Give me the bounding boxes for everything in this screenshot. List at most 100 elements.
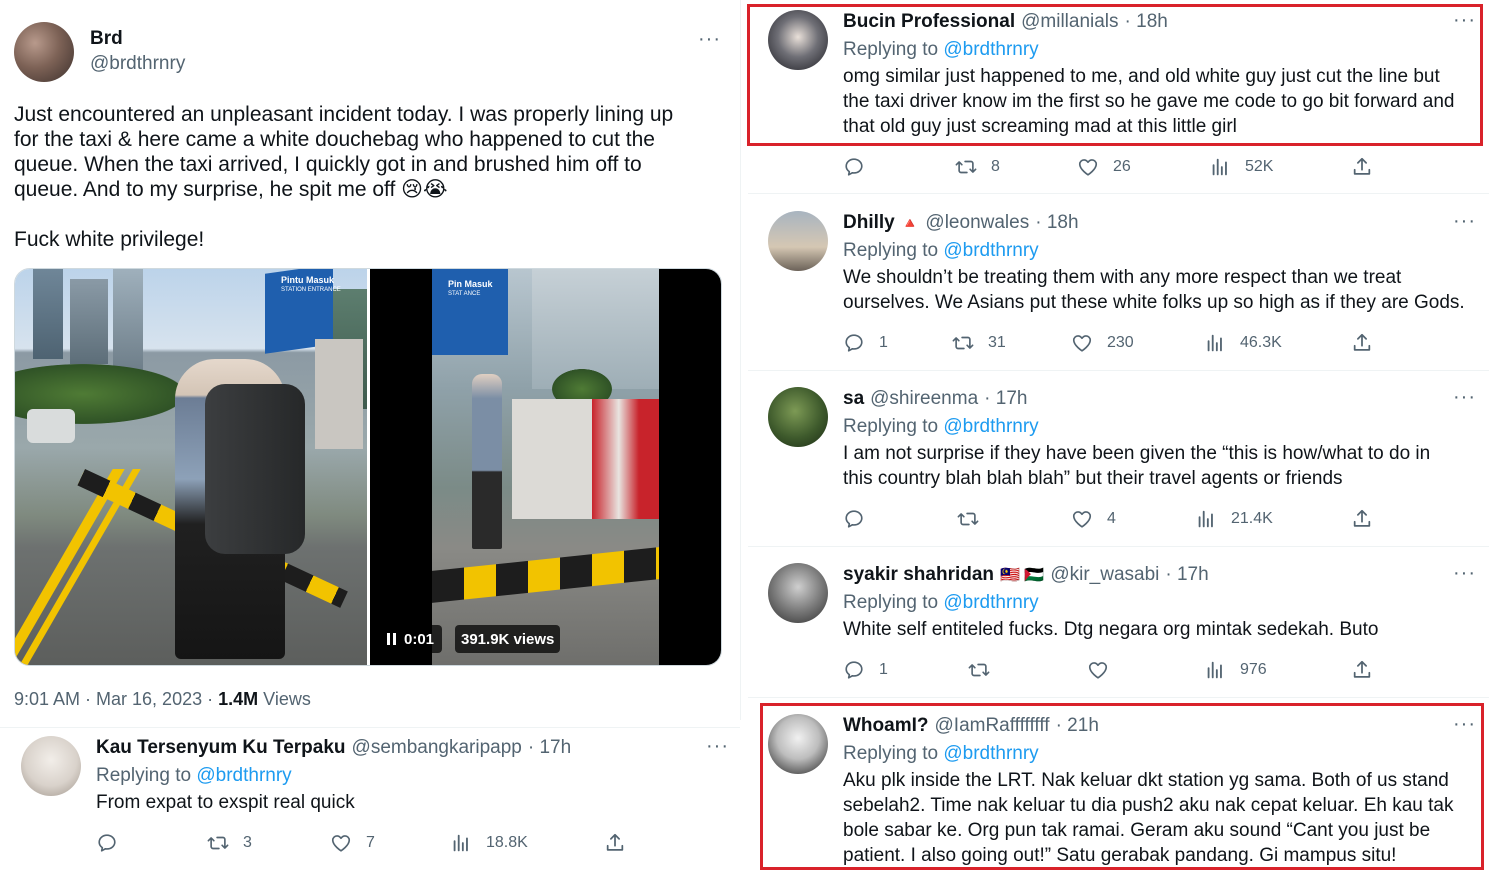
reply-author-handle[interactable]: @millanials [1021, 11, 1118, 33]
share-button[interactable] [1351, 508, 1373, 530]
reply-author-name[interactable]: Bucin Professional [843, 11, 1015, 33]
reply-author-handle[interactable]: @shireenma [870, 388, 978, 410]
like-button[interactable]: 230 [1071, 332, 1134, 354]
retweet-count: 8 [991, 158, 1000, 175]
tweet-timestamp[interactable]: 9:01 AM · Mar 16, 2023 · 1.4M Views [14, 689, 311, 710]
video-player[interactable]: Pin Masuk STAT ANCE [370, 269, 721, 665]
share-button[interactable] [1351, 156, 1373, 178]
share-icon [1351, 508, 1373, 530]
reply-author-handle[interactable]: @sembangkaripapp [352, 737, 522, 759]
tweet-text-line: Just encountered an unpleasant incident … [14, 103, 674, 126]
retweet-button[interactable]: 3 [207, 832, 252, 854]
retweet-button[interactable] [968, 659, 1004, 681]
reply-author-handle[interactable]: @kir_wasabi [1050, 564, 1159, 586]
like-button[interactable] [1087, 659, 1123, 681]
views-button[interactable]: 18.8K [450, 832, 528, 854]
replying-to-link[interactable]: @brdthrnry [943, 39, 1038, 60]
more-icon[interactable]: ··· [1453, 211, 1476, 231]
views-button[interactable]: 21.4K [1195, 508, 1273, 530]
reply-author-handle[interactable]: @leonwales [925, 212, 1029, 234]
reply-button[interactable]: 1 [843, 659, 888, 681]
reply-author-name[interactable]: Kau Tersenyum Ku Terpaku [96, 737, 346, 759]
like-icon [1071, 332, 1093, 354]
avatar[interactable] [14, 22, 74, 82]
like-button[interactable]: 4 [1071, 508, 1116, 530]
reply-header: sa @shireenma · 17h [843, 388, 1027, 410]
like-icon [1071, 508, 1093, 530]
more-icon[interactable]: ··· [1453, 563, 1476, 583]
like-count: 4 [1107, 510, 1116, 527]
share-button[interactable] [604, 832, 626, 854]
views-icon [1204, 332, 1226, 354]
tweet-media[interactable]: Pintu Masuk STATION ENTRANCE Pin Masuk S… [14, 268, 722, 666]
replying-to-link[interactable]: @brdthrnry [943, 743, 1038, 764]
replying-to-link[interactable]: @brdthrnry [943, 592, 1038, 613]
avatar[interactable] [768, 387, 828, 447]
more-icon[interactable]: ··· [1453, 714, 1476, 734]
flag-icons: 🇲🇾 🇵🇸 [1000, 567, 1045, 584]
like-count: 26 [1113, 158, 1131, 175]
avatar[interactable] [21, 736, 81, 796]
replying-to-link[interactable]: @brdthrnry [943, 416, 1038, 437]
replying-to-link[interactable]: @brdthrnry [196, 765, 291, 786]
replying-to: Replying to @brdthrnry [843, 416, 1039, 437]
author-handle[interactable]: @brdthrnry [90, 53, 185, 75]
replying-to-link[interactable]: @brdthrnry [943, 240, 1038, 261]
retweet-button[interactable]: 31 [952, 332, 1006, 354]
more-icon[interactable]: ··· [1453, 10, 1476, 30]
more-icon[interactable]: ··· [698, 29, 721, 49]
share-button[interactable] [1351, 332, 1373, 354]
views-button[interactable]: 46.3K [1204, 332, 1282, 354]
reply-author-name[interactable]: WhoamI? [843, 715, 929, 737]
like-icon [1077, 156, 1099, 178]
reply-author-name[interactable]: syakir shahridan [843, 564, 994, 586]
views-button[interactable]: 52K [1209, 156, 1273, 178]
retweet-button[interactable] [957, 508, 993, 530]
views-icon [1209, 156, 1231, 178]
retweet-icon [207, 832, 229, 854]
reply-time[interactable]: · 18h [1125, 11, 1168, 33]
avatar[interactable] [768, 211, 828, 271]
reply-time[interactable]: · 18h [1035, 212, 1078, 234]
retweet-icon [952, 332, 974, 354]
share-icon [1351, 659, 1373, 681]
photo-street[interactable]: Pintu Masuk STATION ENTRANCE [15, 269, 367, 665]
reply-time[interactable]: · 17h [984, 388, 1027, 410]
video-views-badge: 391.9K views [455, 625, 561, 653]
reply-author-handle[interactable]: @IamRaffffffff [935, 715, 1050, 737]
sign-text: Pin Masuk [448, 279, 493, 289]
reply-time[interactable]: · 17h [528, 737, 571, 759]
views-icon [450, 832, 472, 854]
avatar[interactable] [768, 10, 828, 70]
views-count: 21.4K [1231, 510, 1273, 527]
views-button[interactable]: 976 [1204, 659, 1267, 681]
reply-time[interactable]: · 17h [1165, 564, 1208, 586]
video-time-badge[interactable]: 0:01 [378, 625, 443, 653]
reply-text: I am not surprise if they have been give… [843, 443, 1431, 489]
reply-header: Bucin Professional @millanials · 18h [843, 11, 1168, 33]
reply-icon [843, 659, 865, 681]
reply-time[interactable]: · 21h [1056, 715, 1099, 737]
reply-header: Dhilly 🔺 @leonwales · 18h [843, 212, 1079, 234]
more-icon[interactable]: ··· [1453, 387, 1476, 407]
reply-author-name[interactable]: sa [843, 388, 864, 410]
author-name[interactable]: Brd [90, 28, 123, 50]
pause-icon[interactable] [386, 632, 398, 646]
reply-author-name[interactable]: Dhilly [843, 212, 895, 234]
retweet-button[interactable]: 8 [955, 156, 1000, 178]
like-count: 230 [1107, 334, 1134, 351]
reply-button[interactable] [843, 508, 879, 530]
divider [0, 727, 740, 728]
reply-header: Kau Tersenyum Ku Terpaku @sembangkaripap… [96, 737, 571, 759]
like-button[interactable]: 7 [330, 832, 375, 854]
share-button[interactable] [1351, 659, 1373, 681]
reply-button[interactable] [96, 832, 132, 854]
reply-header: syakir shahridan 🇲🇾 🇵🇸 @kir_wasabi · 17h [843, 564, 1209, 586]
reply-button[interactable]: 1 [843, 332, 888, 354]
avatar[interactable] [768, 563, 828, 623]
like-button[interactable]: 26 [1077, 156, 1131, 178]
avatar[interactable] [768, 714, 828, 774]
views-count: 18.8K [486, 834, 528, 851]
reply-button[interactable] [843, 156, 879, 178]
more-icon[interactable]: ··· [706, 736, 729, 756]
